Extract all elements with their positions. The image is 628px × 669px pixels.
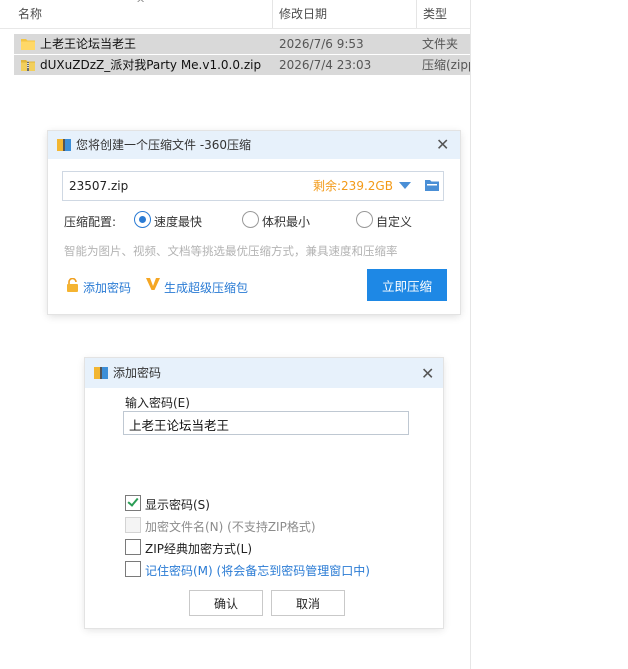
compress-config-label: 压缩配置: [64, 215, 117, 229]
zip-file-icon [20, 57, 36, 76]
close-icon[interactable]: ✕ [436, 135, 449, 154]
super-package-link[interactable]: 生成超级压缩包 [164, 279, 248, 296]
compress-dialog-titlebar[interactable]: 您将创建一个压缩文件 -360压缩 ✕ [48, 131, 460, 159]
file-row-folder[interactable]: 上老王论坛当老王 2026/7/6 9:53 文件夹 [14, 34, 470, 54]
compress-dialog: 您将创建一个压缩文件 -360压缩 ✕ 剩余:239.2GB 压缩配置: 速度最… [48, 131, 460, 314]
file-type: 文件夹 [422, 37, 459, 51]
close-icon[interactable]: ✕ [421, 364, 434, 383]
zip-app-icon [93, 365, 109, 384]
show-password-label[interactable]: 显示密码(S) [145, 496, 210, 513]
option-fastest-label[interactable]: 速度最快 [154, 213, 202, 230]
chevron-down-icon[interactable] [399, 182, 411, 189]
password-field[interactable] [123, 411, 409, 435]
archive-name-field[interactable]: 剩余:239.2GB [62, 171, 444, 201]
column-divider[interactable] [416, 0, 417, 28]
lock-icon [66, 277, 79, 295]
radio-custom[interactable] [356, 211, 373, 228]
file-type: 压缩(zipped) [422, 58, 470, 72]
zip-classic-encryption-label[interactable]: ZIP经典加密方式(L) [145, 540, 252, 557]
sort-up-icon: ^ [136, 0, 146, 10]
encrypt-filename-checkbox [125, 517, 141, 533]
remember-password-checkbox[interactable] [125, 561, 141, 577]
window-edge [470, 0, 471, 669]
ok-button[interactable]: 确认 [189, 590, 263, 616]
file-name: 上老王论坛当老王 [40, 37, 137, 51]
v-badge-icon [146, 277, 160, 294]
compress-now-button[interactable]: 立即压缩 [367, 269, 447, 301]
archive-name-input[interactable] [67, 176, 301, 196]
column-name-header[interactable]: 名称 [18, 0, 42, 28]
browse-folder-icon[interactable] [425, 179, 439, 194]
password-dialog-title: 添加密码 [113, 366, 162, 380]
column-divider[interactable] [272, 0, 273, 28]
show-password-checkbox[interactable] [125, 495, 141, 511]
password-input-label: 输入密码(E) [125, 396, 190, 410]
cancel-button[interactable]: 取消 [271, 590, 345, 616]
free-space-label: 剩余:239.2GB [313, 179, 393, 193]
compress-hint: 智能为图片、视频、文档等挑选最优压缩方式，兼具速度和压缩率 [64, 244, 398, 258]
password-dialog: 添加密码 ✕ 输入密码(E) 显示密码(S) 加密文件名(N) (不支持ZIP格… [85, 358, 443, 628]
password-dialog-titlebar[interactable]: 添加密码 ✕ [85, 358, 443, 388]
file-date: 2026/7/6 9:53 [279, 37, 364, 51]
file-date: 2026/7/4 23:03 [279, 58, 372, 72]
compress-dialog-title: 您将创建一个压缩文件 -360压缩 [76, 138, 252, 152]
column-date-header[interactable]: 修改日期 [279, 0, 327, 28]
remember-password-label[interactable]: 记住密码(M) (将会备忘到密码管理窗口中) [145, 562, 370, 579]
file-row-zip[interactable]: dUXuZDzZ_派对我Party Me.v1.0.0.zip 2026/7/4… [14, 55, 470, 75]
column-type-header[interactable]: 类型 [423, 0, 447, 28]
option-smallest-label[interactable]: 体积最小 [262, 213, 310, 230]
file-name: dUXuZDzZ_派对我Party Me.v1.0.0.zip [40, 58, 262, 72]
add-password-link[interactable]: 添加密码 [83, 279, 131, 296]
zip-app-icon [56, 137, 72, 156]
folder-icon [20, 36, 36, 55]
zip-classic-encryption-checkbox[interactable] [125, 539, 141, 555]
column-header: 名称 ^ 修改日期 类型 [0, 0, 470, 29]
radio-fastest[interactable] [134, 211, 151, 228]
encrypt-filename-label: 加密文件名(N) (不支持ZIP格式) [145, 520, 316, 534]
radio-smallest[interactable] [242, 211, 259, 228]
password-input[interactable] [127, 414, 401, 434]
option-custom-label[interactable]: 自定义 [376, 213, 412, 230]
